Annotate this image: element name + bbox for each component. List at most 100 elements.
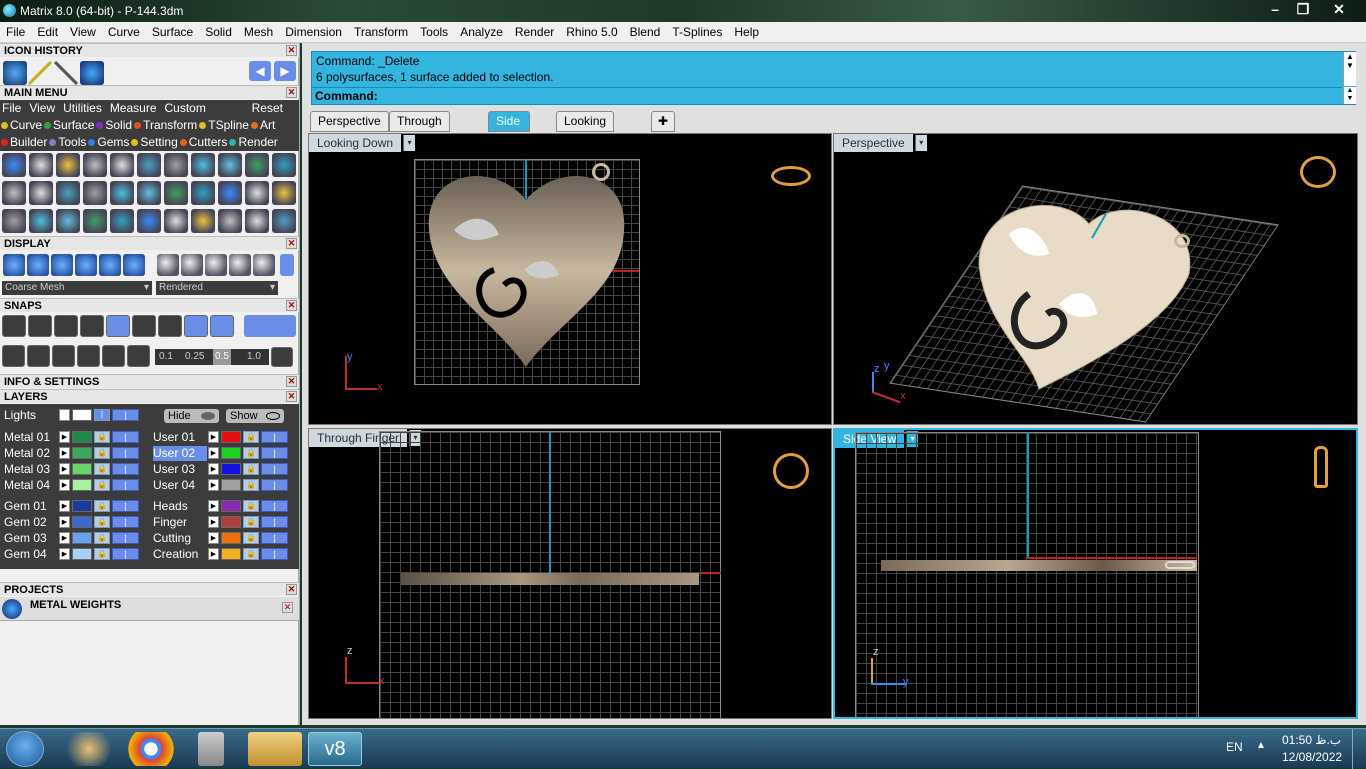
layer-name[interactable]: Heads [153,499,207,514]
close-icon[interactable]: ✕ [286,45,297,56]
tool-icon[interactable] [218,209,242,233]
lock-icon[interactable]: 🔒 [94,447,110,459]
bulb-icon[interactable]: | [94,409,110,421]
matrix-app-button[interactable]: v8 [308,732,362,766]
start-button[interactable] [6,731,44,767]
tool-icon[interactable] [29,209,53,233]
grid-snap-icon[interactable] [2,345,25,367]
tool-icon[interactable] [191,181,215,205]
arrow-icon[interactable]: ▶ [59,447,70,459]
layer-name[interactable]: Gem 04 [4,547,58,562]
menu-file[interactable]: File [0,22,31,43]
layer-row-user-02[interactable]: User 02 ▶ 🔒 | [153,446,293,461]
lock-icon[interactable]: 🔒 [94,532,110,544]
layer-row-metal-02[interactable]: Metal 02 ▶ 🔒 | [4,446,144,461]
prompt-scrollbar[interactable]: ▲ ▼ [1343,87,1356,104]
menu-transform[interactable]: Transform [348,22,414,43]
snap-mode-icon[interactable] [2,315,26,337]
menu-dimension[interactable]: Dimension [279,22,348,43]
category-transform[interactable]: Transform [133,118,197,132]
lock-icon[interactable]: 🔒 [94,548,110,560]
lock-icon[interactable]: 🔒 [243,548,259,560]
main-menu-custom[interactable]: Custom [165,101,206,115]
step-0-1[interactable]: 0.1 [159,349,173,365]
arrow-icon[interactable]: ▶ [59,516,70,528]
lock-icon[interactable]: 🔒 [243,500,259,512]
layer-name[interactable]: Metal 03 [4,462,58,477]
hide-button[interactable]: Hide [164,409,219,423]
step-0-5[interactable]: 0.5 [213,349,231,365]
tool-icon[interactable] [2,209,26,233]
arrow-icon[interactable]: ▶ [208,516,219,528]
category-render[interactable]: Render [228,135,278,149]
pencil-icon[interactable] [28,61,52,85]
layer-color-swatch[interactable] [221,479,241,491]
calculator-app-icon[interactable] [198,732,224,766]
tab-looking-down[interactable]: Looking Down [556,111,615,147]
add-tab-icon[interactable]: ✚ [651,111,675,132]
tool-icon[interactable] [56,181,80,205]
grid-settings-icon[interactable] [271,347,293,367]
history-icon-1[interactable] [3,61,27,85]
main-menu-measure[interactable]: Measure [110,101,157,115]
display-more-icon[interactable] [280,254,294,276]
arrow-icon[interactable]: ▶ [208,532,219,544]
tool-icon[interactable] [137,181,161,205]
snap-mode-icon[interactable] [106,315,130,337]
material-sphere-icon[interactable] [229,254,251,276]
layer-name[interactable]: User 03 [153,462,207,477]
tool-icon[interactable] [83,209,107,233]
show-desktop-button[interactable] [1352,729,1366,769]
menu-view[interactable]: View [64,22,102,43]
display-mode-icon[interactable] [99,254,121,276]
visibility-toggle[interactable]: | [261,463,288,475]
tool-icon[interactable] [83,181,107,205]
menu-blend[interactable]: Blend [624,22,667,43]
layer-color-swatch[interactable] [221,548,241,560]
menu-curve[interactable]: Curve [102,22,146,43]
layer-name[interactable]: User 04 [153,478,207,493]
visibility-toggle[interactable]: | [261,500,288,512]
layer-color-swatch[interactable] [221,516,241,528]
close-icon[interactable]: ✕ [286,300,297,311]
layer-row-gem-03[interactable]: Gem 03 ▶ 🔒 | [4,531,144,546]
layer-row-cutting[interactable]: Cutting ▶ 🔒 | [153,531,293,546]
menu-surface[interactable]: Surface [146,22,199,43]
viewport-through-finger[interactable]: Through Finger▾ z x [308,428,832,719]
layer-name[interactable]: Gem 02 [4,515,58,530]
menu-tools[interactable]: Tools [414,22,454,43]
visibility-toggle[interactable]: | [112,463,139,475]
layer-color-swatch[interactable] [72,532,92,544]
chevron-down-icon[interactable]: ▾ [914,135,927,151]
category-builder[interactable]: Builder [0,135,47,149]
menu-analyze[interactable]: Analyze [454,22,509,43]
layer-color-swatch[interactable] [72,431,92,443]
menu-help[interactable]: Help [728,22,765,43]
viewport-side-view[interactable]: Side View▾ z y [833,428,1358,719]
visibility-toggle[interactable]: | [261,479,288,491]
viewport-looking-down[interactable]: Looking Down ▾ y x [308,133,832,425]
lock-icon[interactable]: 🔒 [243,447,259,459]
tool-icon[interactable] [29,153,53,177]
command-prompt[interactable]: Command: [312,87,1342,104]
tool-icon[interactable] [245,181,269,205]
viewport-label[interactable]: Perspective ▾ [834,134,927,152]
arrow-icon[interactable]: ▶ [208,479,219,491]
show-button[interactable]: Show [226,409,284,423]
close-icon[interactable]: ✕ [286,87,297,98]
layer-row-heads[interactable]: Heads ▶ 🔒 | [153,499,293,514]
layer-name[interactable]: Metal 04 [4,478,58,493]
category-gems[interactable]: Gems [87,135,129,149]
lock-icon[interactable]: 🔒 [243,463,259,475]
tool-icon[interactable] [83,153,107,177]
tool-icon[interactable] [272,209,296,233]
arrow-icon[interactable]: ▶ [208,500,219,512]
tab-side-view[interactable]: Side View [488,111,530,147]
tool-icon[interactable] [164,181,188,205]
close-icon[interactable]: ✕ [286,238,297,249]
gem-icon[interactable] [80,61,104,85]
tool-icon[interactable] [110,153,134,177]
layer-color-swatch[interactable] [221,500,241,512]
lock-icon[interactable]: 🔒 [94,516,110,528]
visibility-toggle[interactable]: | [261,532,288,544]
